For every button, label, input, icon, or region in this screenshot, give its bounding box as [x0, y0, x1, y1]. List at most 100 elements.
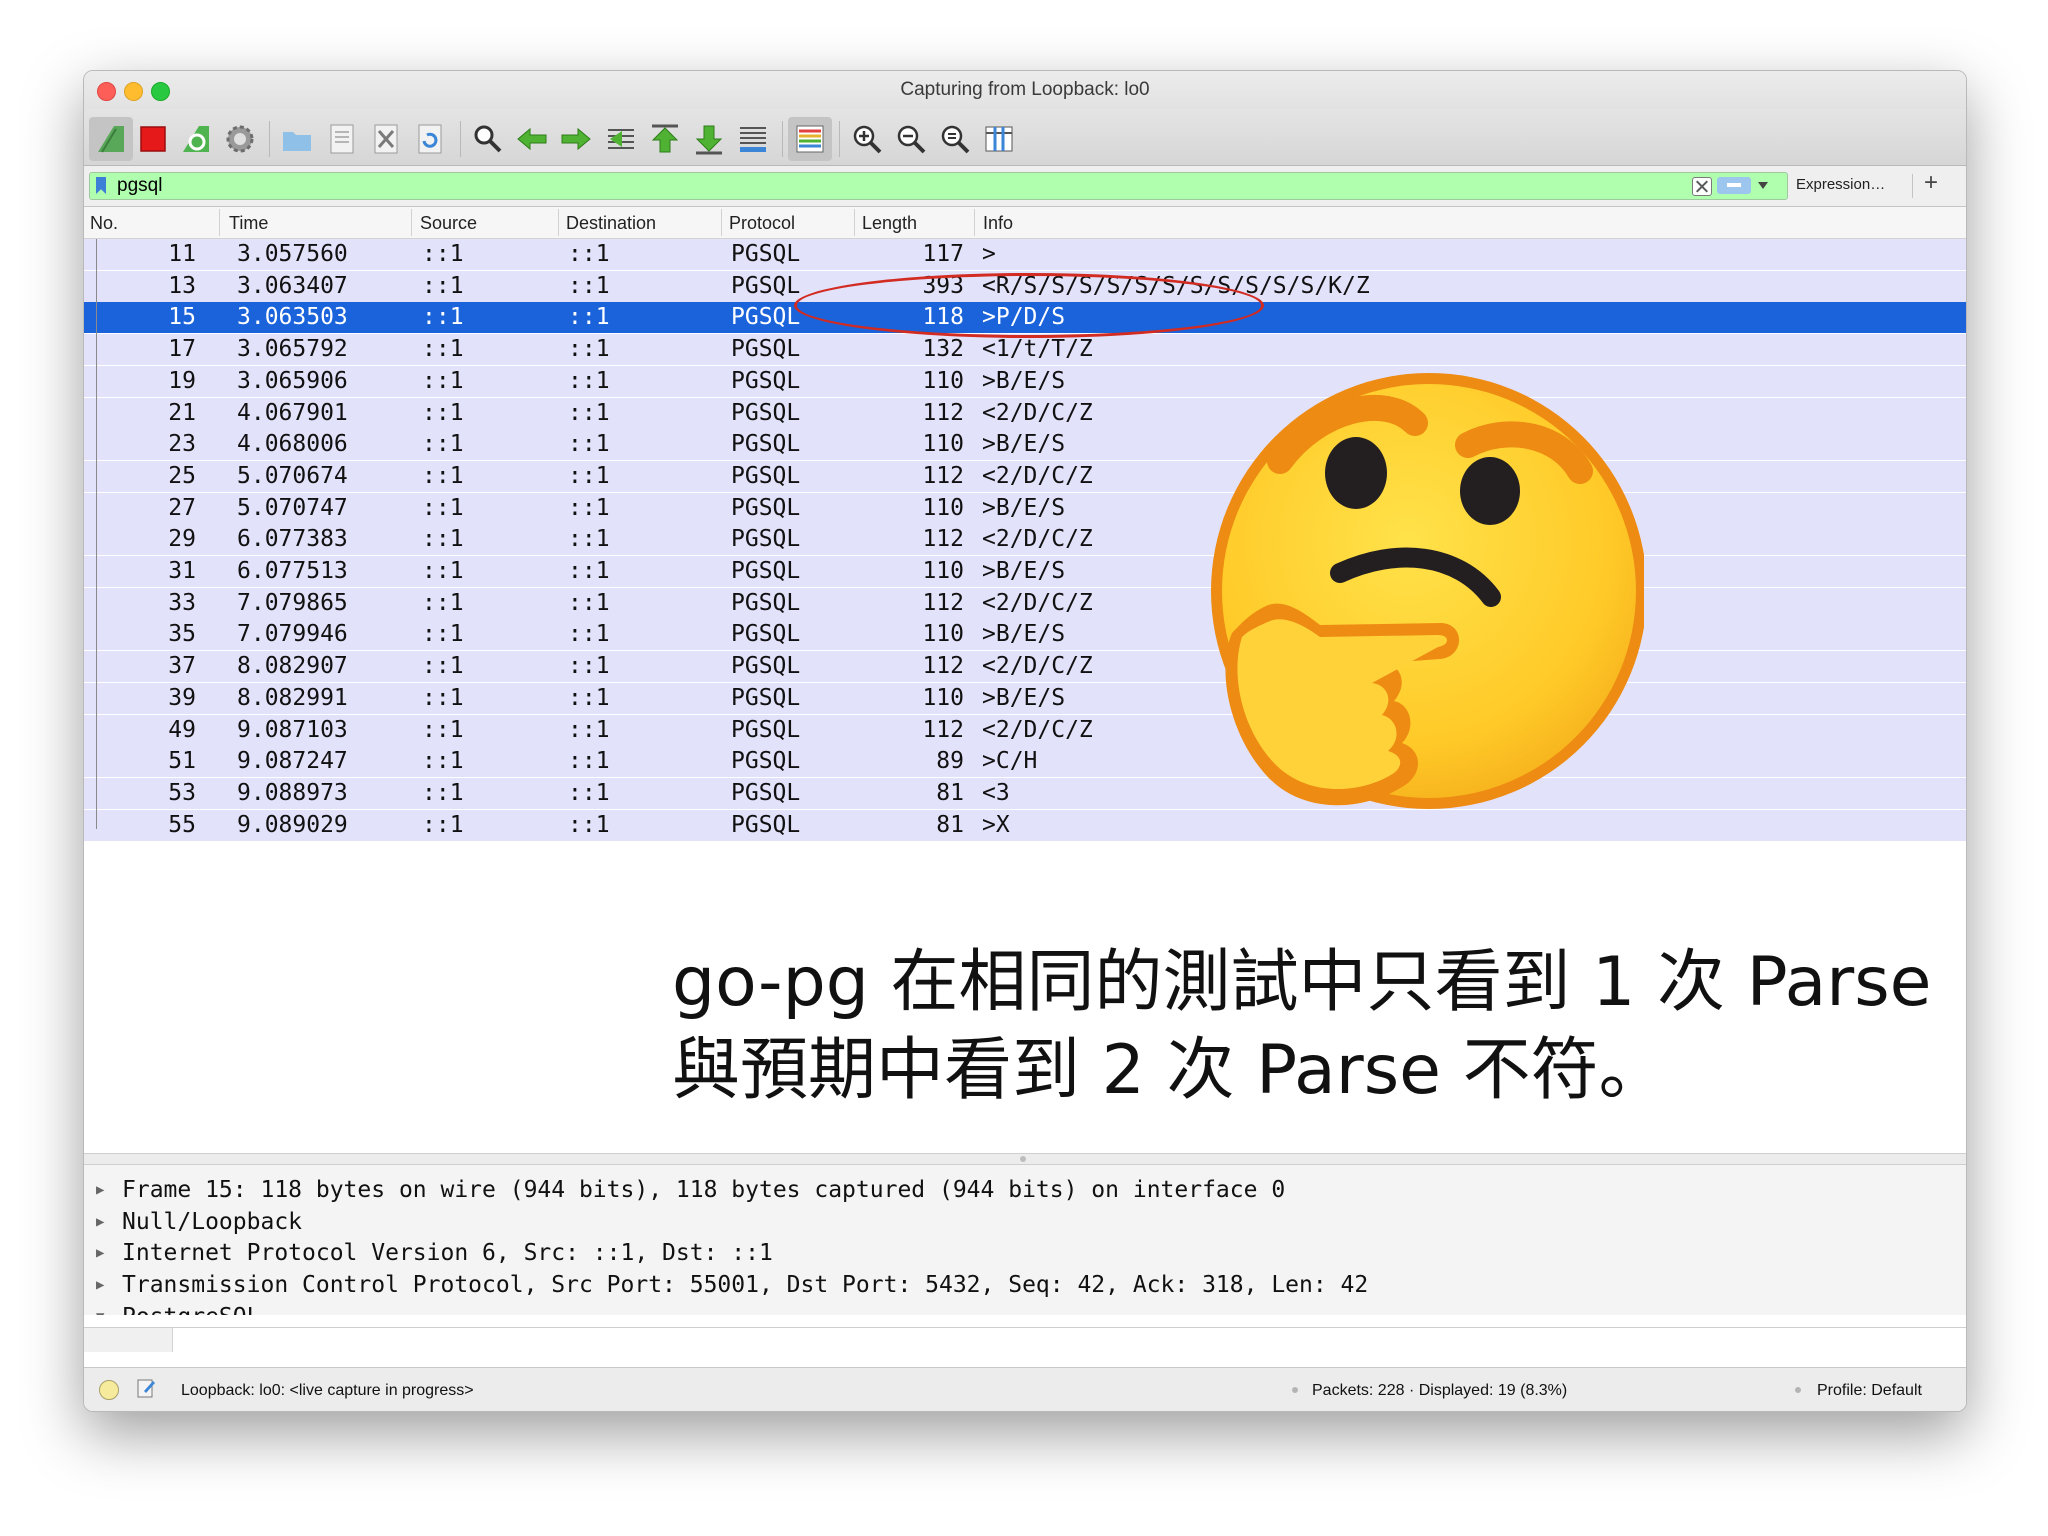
table-row[interactable]: 21 4.067901::1::1 PGSQL 112 <2/D/C/Z [84, 397, 1966, 429]
expert-info-icon[interactable] [99, 1380, 119, 1400]
table-row[interactable]: 55 9.089029::1::1 PGSQL 81 >X [84, 809, 1966, 841]
stop-capture-icon[interactable] [131, 117, 175, 161]
collapsed-arrow-icon[interactable]: ▶ [96, 1238, 104, 1269]
packet-info-cell: <2/D/C/Z [982, 526, 1093, 553]
table-row[interactable]: 17 3.065792::1::1 PGSQL 132 <1/t/T/Z [84, 334, 1966, 366]
packet-no-cell: 15 [168, 304, 196, 331]
detail-tree-item[interactable]: ▶ Internet Protocol Version 6, Src: ::1, … [84, 1238, 1966, 1269]
zoom-out-icon[interactable] [889, 117, 933, 161]
wireshark-window: Capturing from Loopback: lo0 pgsql Expre… [83, 70, 1967, 1412]
bookmark-icon[interactable] [96, 177, 106, 194]
column-header-no[interactable]: No. [90, 213, 118, 234]
table-row[interactable]: 25 5.070674::1::1 PGSQL 112 <2/D/C/Z [84, 460, 1966, 492]
last-packet-icon[interactable] [687, 117, 731, 161]
packet-no-cell: 27 [168, 494, 196, 521]
zoom-in-icon[interactable] [845, 117, 889, 161]
collapsed-arrow-icon[interactable]: ▶ [96, 1207, 104, 1238]
detail-tree-item[interactable]: ▶ Frame 15: 118 bytes on wire (944 bits),… [84, 1175, 1966, 1206]
table-row[interactable]: 33 7.079865::1::1 PGSQL 112 <2/D/C/Z [84, 587, 1966, 619]
packet-time-cell: 9.089029 [237, 811, 348, 838]
column-header-time[interactable]: Time [229, 213, 268, 234]
packet-protocol-cell: PGSQL [731, 621, 801, 648]
edit-comment-icon[interactable] [136, 1377, 156, 1399]
packet-no-cell: 11 [168, 241, 196, 267]
packet-length-cell: 89 [936, 748, 964, 775]
packet-destination-cell: ::1 [568, 367, 610, 394]
table-row[interactable]: 29 6.077383::1::1 PGSQL 112 <2/D/C/Z [84, 524, 1966, 556]
column-header-length[interactable]: Length [862, 213, 917, 234]
packet-no-cell: 17 [168, 336, 196, 363]
capture-options-icon[interactable] [218, 117, 262, 161]
packet-time-cell: 6.077383 [237, 526, 348, 553]
column-header-info[interactable]: Info [983, 213, 1013, 234]
column-header-protocol[interactable]: Protocol [729, 213, 795, 234]
packet-protocol-cell: PGSQL [731, 431, 801, 458]
packet-time-cell: 7.079946 [237, 621, 348, 648]
packet-info-cell: >B/E/S [982, 684, 1066, 711]
display-filter-input[interactable]: pgsql [89, 172, 1788, 200]
packet-protocol-cell: PGSQL [731, 779, 801, 806]
autoscroll-icon[interactable] [731, 117, 775, 161]
table-row[interactable]: 49 9.087103::1::1 PGSQL 112 <2/D/C/Z [84, 714, 1966, 746]
packet-source-cell: ::1 [422, 399, 464, 426]
collapsed-arrow-icon[interactable]: ▶ [96, 1175, 104, 1206]
start-capture-icon[interactable] [89, 117, 133, 161]
add-filter-button[interactable]: + [1924, 169, 1938, 197]
expression-button[interactable]: Expression… [1796, 176, 1885, 193]
packet-length-cell: 112 [922, 589, 964, 616]
find-packet-icon[interactable] [466, 117, 510, 161]
colorize-icon[interactable] [788, 117, 832, 161]
table-row[interactable]: 53 9.088973::1::1 PGSQL 81 <3 [84, 777, 1966, 809]
apply-filter-icon[interactable] [1717, 177, 1751, 194]
table-row[interactable]: 31 6.077513::1::1 PGSQL 110 >B/E/S [84, 556, 1966, 587]
table-row[interactable]: 37 8.082907::1::1 PGSQL 112 <2/D/C/Z [84, 651, 1966, 683]
packet-source-cell: ::1 [422, 241, 464, 267]
go-back-icon[interactable] [510, 117, 554, 161]
packet-info-cell: <2/D/C/Z [982, 462, 1093, 489]
restart-capture-icon[interactable] [174, 117, 218, 161]
packet-time-cell: 4.067901 [237, 399, 348, 426]
packet-destination-cell: ::1 [568, 494, 610, 521]
detail-tree-item[interactable]: ▼ PostgreSQL [84, 1302, 1966, 1315]
table-row[interactable]: 35 7.079946::1::1 PGSQL 110 >B/E/S [84, 619, 1966, 651]
detail-tree-item[interactable]: ▶ Transmission Control Protocol, Src Port… [84, 1270, 1966, 1301]
packet-destination-cell: ::1 [568, 241, 610, 267]
packet-bytes-pane [84, 1327, 1966, 1352]
profile-text[interactable]: Profile: Default [1817, 1382, 1922, 1400]
expanded-arrow-icon[interactable]: ▼ [96, 1302, 104, 1315]
table-row[interactable]: 27 5.070747::1::1 PGSQL 110 >B/E/S [84, 492, 1966, 524]
packet-info-cell: <2/D/C/Z [982, 399, 1093, 426]
pane-splitter[interactable] [84, 1153, 1966, 1165]
packet-source-cell: ::1 [422, 589, 464, 616]
table-row[interactable]: 39 8.082991::1::1 PGSQL 110 >B/E/S [84, 682, 1966, 714]
packet-destination-cell: ::1 [568, 304, 610, 331]
packet-length-cell: 117 [922, 241, 964, 267]
reload-file-icon[interactable] [408, 117, 452, 161]
packet-source-cell: ::1 [422, 272, 464, 299]
open-file-icon[interactable] [275, 117, 319, 161]
save-file-icon[interactable] [320, 117, 364, 161]
chevron-down-icon[interactable] [1758, 182, 1768, 189]
title-bar: Capturing from Loopback: lo0 [84, 71, 1966, 109]
go-forward-icon[interactable] [554, 117, 598, 161]
table-row[interactable]: 19 3.065906::1::1 PGSQL 110 >B/E/S [84, 365, 1966, 397]
close-file-icon[interactable] [364, 117, 408, 161]
normal-size-icon[interactable] [933, 117, 977, 161]
packet-destination-cell: ::1 [568, 431, 610, 458]
table-row[interactable]: 51 9.087247::1::1 PGSQL 89 >C/H [84, 746, 1966, 778]
table-row[interactable]: 11 3.057560::1::1 PGSQL 117 > [84, 239, 1966, 270]
caption-line-1: go-pg 在相同的測試中只看到 1 次 Parse [672, 943, 1932, 1022]
detail-text: Null/Loopback [122, 1208, 303, 1235]
detail-tree-item[interactable]: ▶ Null/Loopback [84, 1207, 1966, 1238]
table-row[interactable]: 23 4.068006::1::1 PGSQL 110 >B/E/S [84, 429, 1966, 461]
column-header-source[interactable]: Source [420, 213, 477, 234]
column-header-destination[interactable]: Destination [566, 213, 656, 234]
packet-source-cell: ::1 [422, 748, 464, 775]
packet-time-cell: 8.082907 [237, 653, 348, 680]
go-to-packet-icon[interactable] [599, 117, 643, 161]
packet-protocol-cell: PGSQL [731, 748, 801, 775]
collapsed-arrow-icon[interactable]: ▶ [96, 1270, 104, 1301]
resize-columns-icon[interactable] [977, 117, 1021, 161]
first-packet-icon[interactable] [643, 117, 687, 161]
clear-filter-icon[interactable] [1692, 177, 1712, 196]
